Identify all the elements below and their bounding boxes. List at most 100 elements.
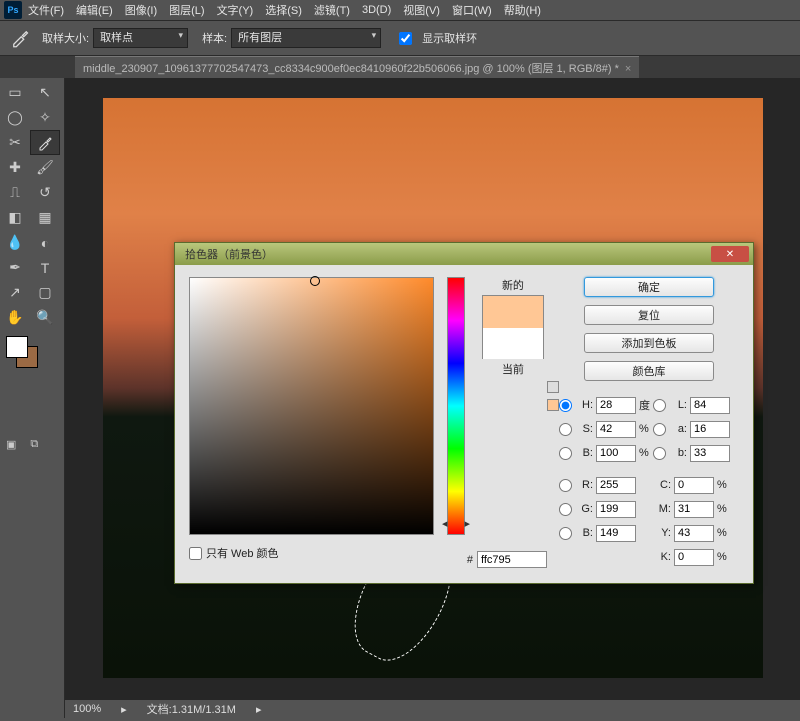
menu-3d[interactable]: 3D(D): [362, 4, 391, 16]
quickmask-icon[interactable]: ▣: [6, 438, 16, 451]
b-input[interactable]: [596, 445, 636, 462]
close-button[interactable]: ✕: [711, 246, 749, 262]
stamp-tool[interactable]: ⎍: [0, 180, 30, 205]
show-ring-label: 显示取样环: [422, 30, 477, 46]
l-radio[interactable]: [653, 399, 666, 412]
a-radio[interactable]: [653, 423, 666, 436]
menu-view[interactable]: 视图(V): [403, 2, 440, 18]
menu-image[interactable]: 图像(I): [125, 2, 157, 18]
color-lib-button[interactable]: 颜色库: [584, 361, 714, 381]
status-bar: 100% ▸ 文档:1.31M/1.31M ▸: [65, 700, 800, 718]
reset-button[interactable]: 复位: [584, 305, 714, 325]
m-label: M:: [653, 503, 671, 515]
workspace: ▭↖ ◯✧ ✂ ✚🖌 ⎍↺ ◧▦ 💧◐ ✒T ↗▢ ✋🔍 ▣ ⧉ 100% ▸ …: [0, 78, 800, 718]
tab-bar: middle_230907_10961377702547473_cc8334c9…: [0, 56, 800, 78]
g-radio[interactable]: [559, 503, 572, 516]
color-swatches[interactable]: [6, 336, 38, 368]
move-tool[interactable]: ↖: [30, 80, 60, 105]
b-label: B:: [575, 447, 593, 459]
lb-radio[interactable]: [653, 447, 666, 460]
bc-radio[interactable]: [559, 527, 572, 540]
document-tab[interactable]: middle_230907_10961377702547473_cc8334c9…: [75, 56, 639, 79]
pct-unit2: %: [639, 447, 653, 459]
gamut-warning-icon[interactable]: [547, 381, 559, 393]
y-label: Y:: [653, 527, 671, 539]
web-only-label: 只有 Web 颜色: [206, 545, 279, 561]
r-label: R:: [575, 479, 593, 491]
sample-size-select[interactable]: 取样点: [93, 28, 188, 48]
path-tool[interactable]: ↗: [0, 280, 30, 305]
h-label: H:: [575, 399, 593, 411]
ok-button[interactable]: 确定: [584, 277, 714, 297]
hue-slider[interactable]: [447, 277, 465, 535]
crop-tool[interactable]: ✂: [0, 130, 30, 155]
l-input[interactable]: [690, 397, 730, 414]
menu-filter[interactable]: 滤镜(T): [314, 2, 350, 18]
sample-select[interactable]: 所有图层: [231, 28, 381, 48]
saturation-value-field[interactable]: [189, 277, 434, 535]
menu-help[interactable]: 帮助(H): [504, 2, 541, 18]
pct3: %: [717, 479, 731, 491]
shape-tool[interactable]: ▢: [30, 280, 60, 305]
screenmode-icon[interactable]: ⧉: [30, 438, 38, 451]
menu-select[interactable]: 选择(S): [265, 2, 302, 18]
y-input[interactable]: [674, 525, 714, 542]
eraser-tool[interactable]: ◧: [0, 205, 30, 230]
hex-input[interactable]: [477, 551, 547, 568]
c-label: C:: [653, 479, 671, 491]
s-radio[interactable]: [559, 423, 572, 436]
sample-label: 样本:: [202, 30, 227, 46]
b-radio[interactable]: [559, 447, 572, 460]
brush-tool[interactable]: 🖌: [30, 155, 60, 180]
hex-label: #: [467, 554, 473, 566]
menu-window[interactable]: 窗口(W): [452, 2, 492, 18]
lb-input[interactable]: [690, 445, 730, 462]
lasso-tool[interactable]: ◯: [0, 105, 30, 130]
lb-label: b:: [669, 447, 687, 459]
web-only-checkbox[interactable]: [189, 547, 202, 560]
hand-tool[interactable]: ✋: [0, 305, 30, 330]
s-label: S:: [575, 423, 593, 435]
dialog-title: 拾色器（前景色）: [185, 246, 711, 262]
a-input[interactable]: [690, 421, 730, 438]
eyedropper-tool[interactable]: [30, 130, 60, 155]
show-ring-checkbox[interactable]: [399, 32, 412, 45]
zoom-level[interactable]: 100%: [73, 703, 101, 715]
s-input[interactable]: [596, 421, 636, 438]
type-tool[interactable]: T: [30, 255, 60, 280]
bc-input[interactable]: [596, 525, 636, 542]
marquee-tool[interactable]: ▭: [0, 80, 30, 105]
menu-edit[interactable]: 编辑(E): [76, 2, 113, 18]
menu-bar: Ps 文件(F) 编辑(E) 图像(I) 图层(L) 文字(Y) 选择(S) 滤…: [0, 0, 800, 20]
r-input[interactable]: [596, 477, 636, 494]
fg-color-swatch[interactable]: [6, 336, 28, 358]
add-swatch-button[interactable]: 添加到色板: [584, 333, 714, 353]
sample-size-label: 取样大小:: [42, 30, 89, 46]
options-bar: 取样大小: 取样点 样本: 所有图层 显示取样环: [0, 20, 800, 56]
websafe-swatch[interactable]: [547, 399, 559, 411]
h-input[interactable]: [596, 397, 636, 414]
heal-tool[interactable]: ✚: [0, 155, 30, 180]
wand-tool[interactable]: ✧: [30, 105, 60, 130]
color-preview[interactable]: [482, 295, 544, 359]
h-radio[interactable]: [559, 399, 572, 412]
menu-text[interactable]: 文字(Y): [217, 2, 254, 18]
dialog-titlebar[interactable]: 拾色器（前景色） ✕: [175, 243, 753, 265]
pen-tool[interactable]: ✒: [0, 255, 30, 280]
c-input[interactable]: [674, 477, 714, 494]
g-input[interactable]: [596, 501, 636, 518]
dodge-tool[interactable]: ◐: [30, 230, 60, 255]
m-input[interactable]: [674, 501, 714, 518]
pct6: %: [717, 551, 731, 563]
gradient-tool[interactable]: ▦: [30, 205, 60, 230]
close-icon[interactable]: ×: [625, 63, 631, 75]
menu-file[interactable]: 文件(F): [28, 2, 64, 18]
zoom-tool[interactable]: 🔍: [30, 305, 60, 330]
eyedropper-icon: [10, 28, 30, 48]
doc-size: 文档:1.31M/1.31M: [147, 701, 236, 717]
menu-layer[interactable]: 图层(L): [169, 2, 204, 18]
k-input[interactable]: [674, 549, 714, 566]
r-radio[interactable]: [559, 479, 572, 492]
history-brush-tool[interactable]: ↺: [30, 180, 60, 205]
blur-tool[interactable]: 💧: [0, 230, 30, 255]
